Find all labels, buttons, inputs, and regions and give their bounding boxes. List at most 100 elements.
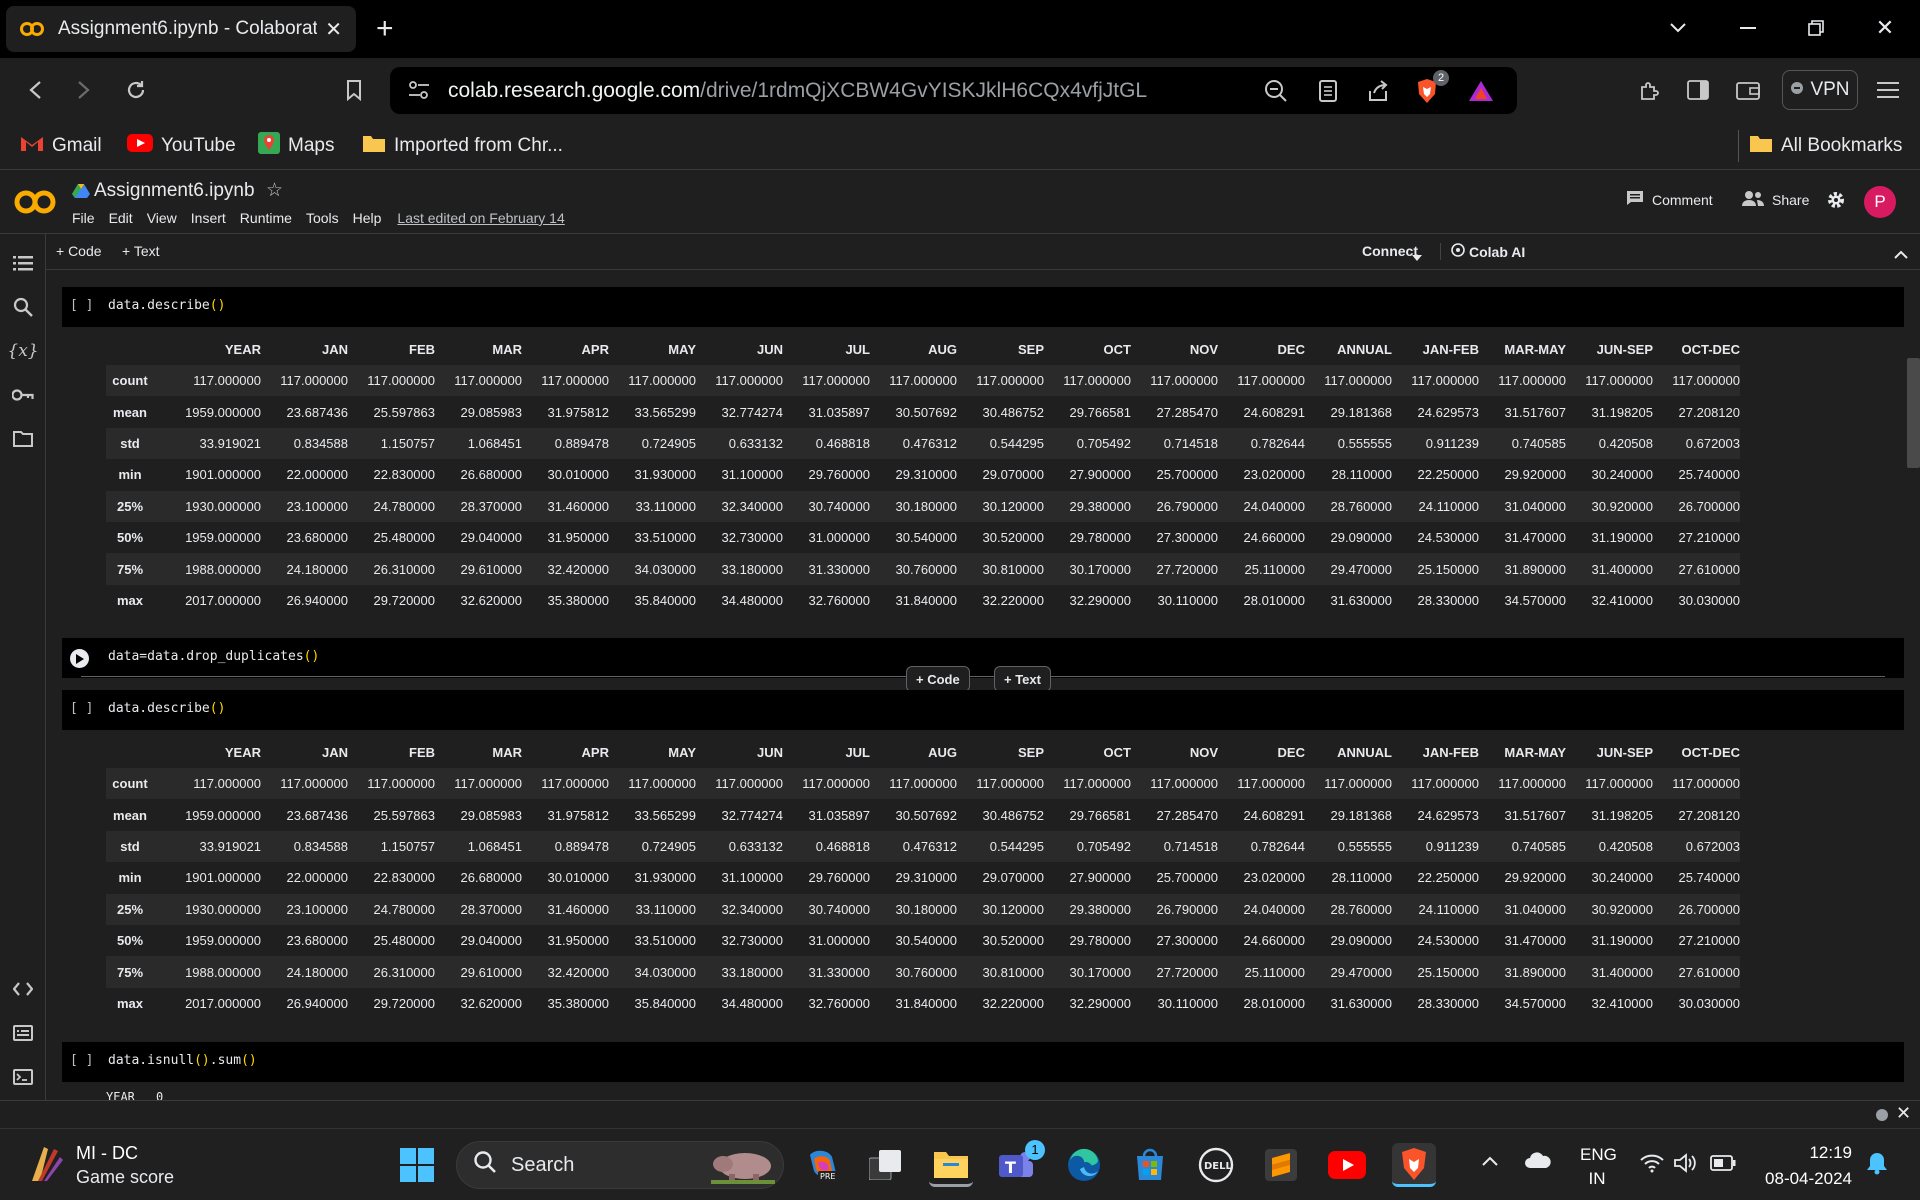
search-icon[interactable] xyxy=(6,290,40,324)
colab-ai-button[interactable]: Colab AI xyxy=(1440,243,1525,260)
terminal-icon[interactable] xyxy=(6,1060,40,1094)
onedrive-cloud-icon[interactable] xyxy=(1524,1151,1552,1174)
menu-insert[interactable]: Insert xyxy=(191,210,226,226)
back-icon[interactable] xyxy=(15,70,55,110)
table-cell: 23.100000 xyxy=(286,901,348,917)
code-cell-isnull-sum[interactable]: [ ] data.isnull().sum() xyxy=(62,1042,1904,1082)
menu-runtime[interactable]: Runtime xyxy=(240,210,292,226)
tab-search-chevron-icon[interactable] xyxy=(1648,8,1708,48)
site-settings-icon[interactable] xyxy=(408,80,430,105)
connect-button[interactable]: Connect xyxy=(1362,243,1418,259)
minimize-window-icon[interactable] xyxy=(1718,8,1778,48)
cell-run-bracket[interactable]: [ ] xyxy=(70,1053,93,1068)
bookmark-gmail[interactable]: Gmail xyxy=(20,130,102,162)
files-folder-icon[interactable] xyxy=(6,422,40,456)
notebook-title[interactable]: Assignment6.ipynb xyxy=(94,180,255,202)
browser-menu-icon[interactable] xyxy=(1868,70,1908,110)
sublime-text-icon[interactable] xyxy=(1259,1143,1303,1187)
menu-edit[interactable]: Edit xyxy=(109,210,133,226)
battery-icon[interactable] xyxy=(1710,1155,1736,1176)
copilot-icon[interactable]: PRE xyxy=(800,1143,844,1187)
command-palette-icon[interactable] xyxy=(6,1016,40,1050)
extensions-icon[interactable] xyxy=(1630,70,1670,110)
all-bookmarks-folder[interactable]: All Bookmarks xyxy=(1738,130,1902,162)
notebook-scrollbar[interactable] xyxy=(1907,358,1920,468)
comment-button[interactable]: Comment xyxy=(1626,190,1713,209)
forward-icon[interactable] xyxy=(64,70,104,110)
address-bar[interactable]: colab.research.google.com/drive/1rdmQjXC… xyxy=(390,67,1517,114)
cell-code-text[interactable]: data.describe() xyxy=(108,701,225,716)
reader-mode-icon[interactable] xyxy=(1318,79,1338,108)
zoom-out-icon[interactable] xyxy=(1264,79,1288,108)
windows-start-icon[interactable] xyxy=(395,1143,439,1187)
clock-date[interactable]: 08-04-2024 xyxy=(1756,1169,1852,1189)
cell-code-text[interactable]: data=data.drop_duplicates() xyxy=(108,649,319,664)
add-text-cell-button[interactable]: + Text xyxy=(122,243,160,259)
brave-rewards-icon[interactable] xyxy=(1468,79,1494,108)
file-explorer-icon[interactable] xyxy=(929,1143,973,1187)
taskbar-search[interactable]: Search xyxy=(456,1141,784,1189)
close-tab-icon[interactable]: ✕ xyxy=(325,17,342,42)
dell-icon[interactable]: DELL xyxy=(1194,1143,1238,1187)
code-snippets-icon[interactable] xyxy=(6,972,40,1006)
bookmark-imported-folder[interactable]: Imported from Chr... xyxy=(362,130,563,162)
restore-window-icon[interactable] xyxy=(1786,8,1846,48)
variables-icon[interactable]: {x} xyxy=(6,334,40,368)
cell-code-text[interactable]: data.describe() xyxy=(108,298,225,313)
cell-run-bracket[interactable]: [ ] xyxy=(70,701,93,716)
brave-browser-icon[interactable] xyxy=(1392,1143,1436,1187)
menu-help[interactable]: Help xyxy=(353,210,382,226)
sidebar-toggle-icon[interactable] xyxy=(1678,70,1718,110)
vpn-button[interactable]: VPN xyxy=(1782,70,1858,110)
bookmark-maps[interactable]: Maps xyxy=(258,130,334,162)
youtube-app-icon[interactable] xyxy=(1325,1143,1369,1187)
table-of-contents-icon[interactable] xyxy=(6,246,40,280)
menu-file[interactable]: File xyxy=(72,210,95,226)
task-view-icon[interactable] xyxy=(864,1143,908,1187)
wallet-icon[interactable] xyxy=(1728,70,1768,110)
share-button[interactable]: Share xyxy=(1742,190,1809,209)
code-parens: () xyxy=(241,1053,257,1068)
show-hidden-icons-chevron-icon[interactable] xyxy=(1482,1153,1498,1171)
volume-icon[interactable] xyxy=(1674,1153,1698,1178)
new-tab-icon[interactable]: + xyxy=(376,12,394,46)
language-top[interactable]: ENG xyxy=(1580,1145,1617,1165)
insert-code-cell-button[interactable]: + Code xyxy=(906,666,970,692)
secrets-key-icon[interactable] xyxy=(6,378,40,412)
last-edited-link[interactable]: Last edited on February 14 xyxy=(397,210,564,226)
run-cell-play-icon[interactable] xyxy=(70,649,89,668)
table-cell: 0.544295 xyxy=(989,435,1044,451)
colab-logo-icon[interactable] xyxy=(14,186,56,218)
collapse-header-icon[interactable] xyxy=(1894,246,1908,264)
clock-time[interactable]: 12:19 xyxy=(1756,1143,1852,1163)
cell-code-text[interactable]: data.isnull().sum() xyxy=(108,1053,257,1068)
insert-text-cell-button[interactable]: + Text xyxy=(994,666,1051,692)
share-page-icon[interactable] xyxy=(1366,79,1390,108)
notifications-bell-icon[interactable] xyxy=(1866,1151,1888,1180)
reload-icon[interactable] xyxy=(116,70,156,110)
browser-tab-active[interactable]: Assignment6.ipynb - Colaboratory ✕ xyxy=(6,6,356,52)
cell-run-bracket[interactable]: [ ] xyxy=(70,298,93,313)
table-cell: 29.040000 xyxy=(460,530,522,546)
settings-gear-icon[interactable] xyxy=(1826,190,1846,215)
code-cell-describe-2[interactable]: [ ] data.describe() xyxy=(62,690,1904,730)
widget-title[interactable]: MI - DC xyxy=(76,1143,138,1164)
code-cell-drop-duplicates[interactable]: data=data.drop_duplicates() xyxy=(62,638,1904,678)
star-icon[interactable]: ☆ xyxy=(266,179,283,202)
add-code-cell-button[interactable]: + Code xyxy=(56,243,102,259)
close-strip-icon[interactable]: ✕ xyxy=(1896,1103,1911,1124)
user-avatar[interactable]: P xyxy=(1864,186,1896,218)
bookmark-youtube[interactable]: YouTube xyxy=(127,130,236,162)
close-window-icon[interactable]: ✕ xyxy=(1855,8,1915,48)
microsoft-store-icon[interactable] xyxy=(1128,1143,1172,1187)
wifi-icon[interactable] xyxy=(1640,1153,1664,1178)
edge-icon[interactable] xyxy=(1062,1143,1106,1187)
widgets-game-icon[interactable] xyxy=(24,1143,64,1188)
code-cell-describe-1[interactable]: [ ] data.describe() xyxy=(62,287,1904,327)
connect-dropdown-icon[interactable] xyxy=(1412,248,1422,266)
menu-tools[interactable]: Tools xyxy=(306,210,339,226)
bookmark-page-icon[interactable] xyxy=(334,70,374,110)
widget-subtitle[interactable]: Game score xyxy=(76,1167,174,1188)
menu-view[interactable]: View xyxy=(147,210,177,226)
language-bottom[interactable]: IN xyxy=(1580,1169,1614,1189)
